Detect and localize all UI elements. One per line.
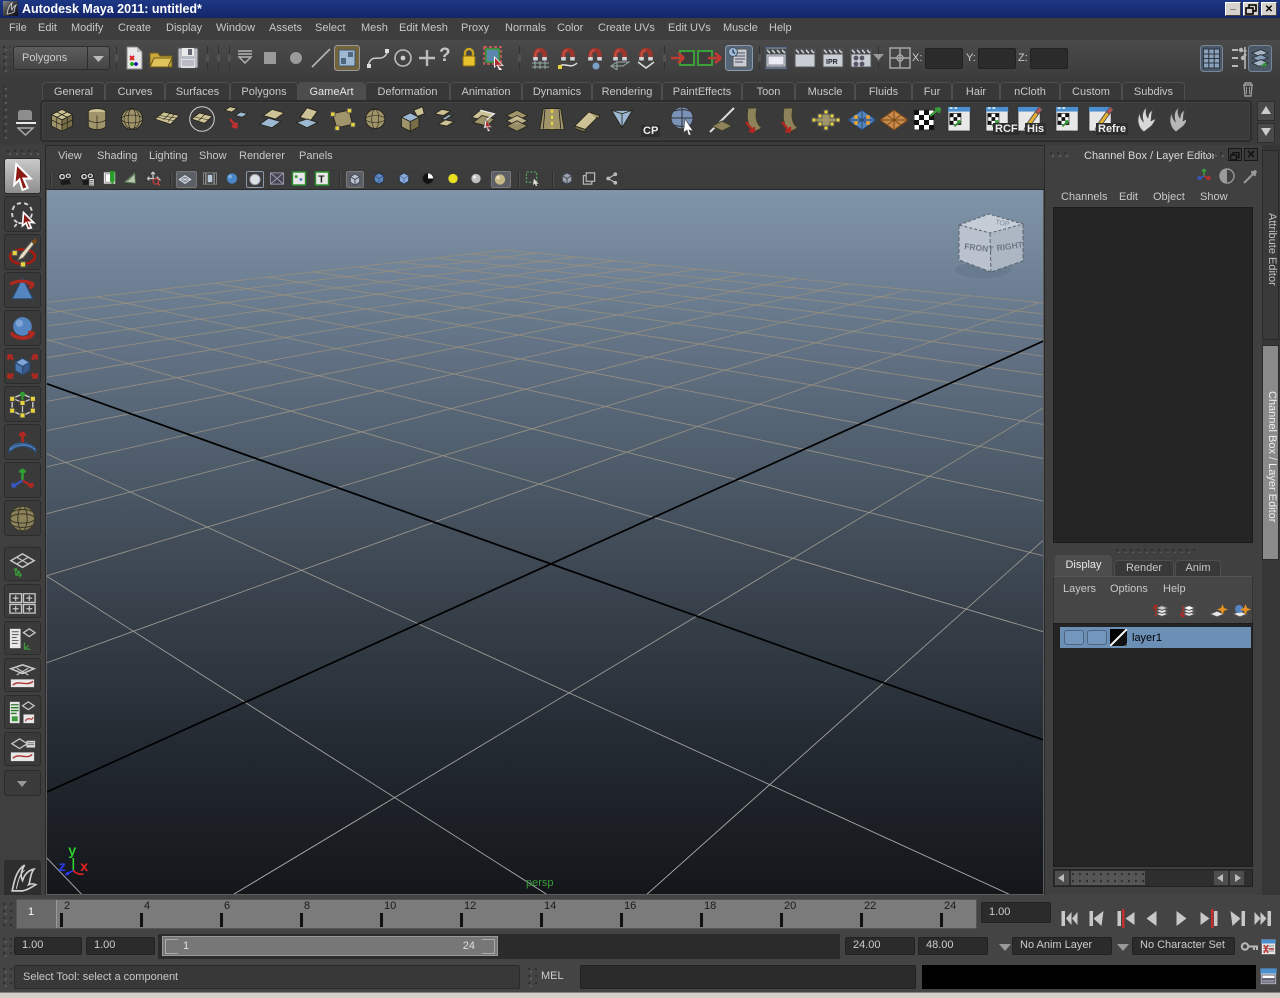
svg-text:z: z — [58, 860, 66, 876]
svg-text:T: T — [318, 174, 325, 185]
svg-text:IPR: IPR — [826, 59, 838, 66]
svg-text:y: y — [68, 844, 77, 860]
